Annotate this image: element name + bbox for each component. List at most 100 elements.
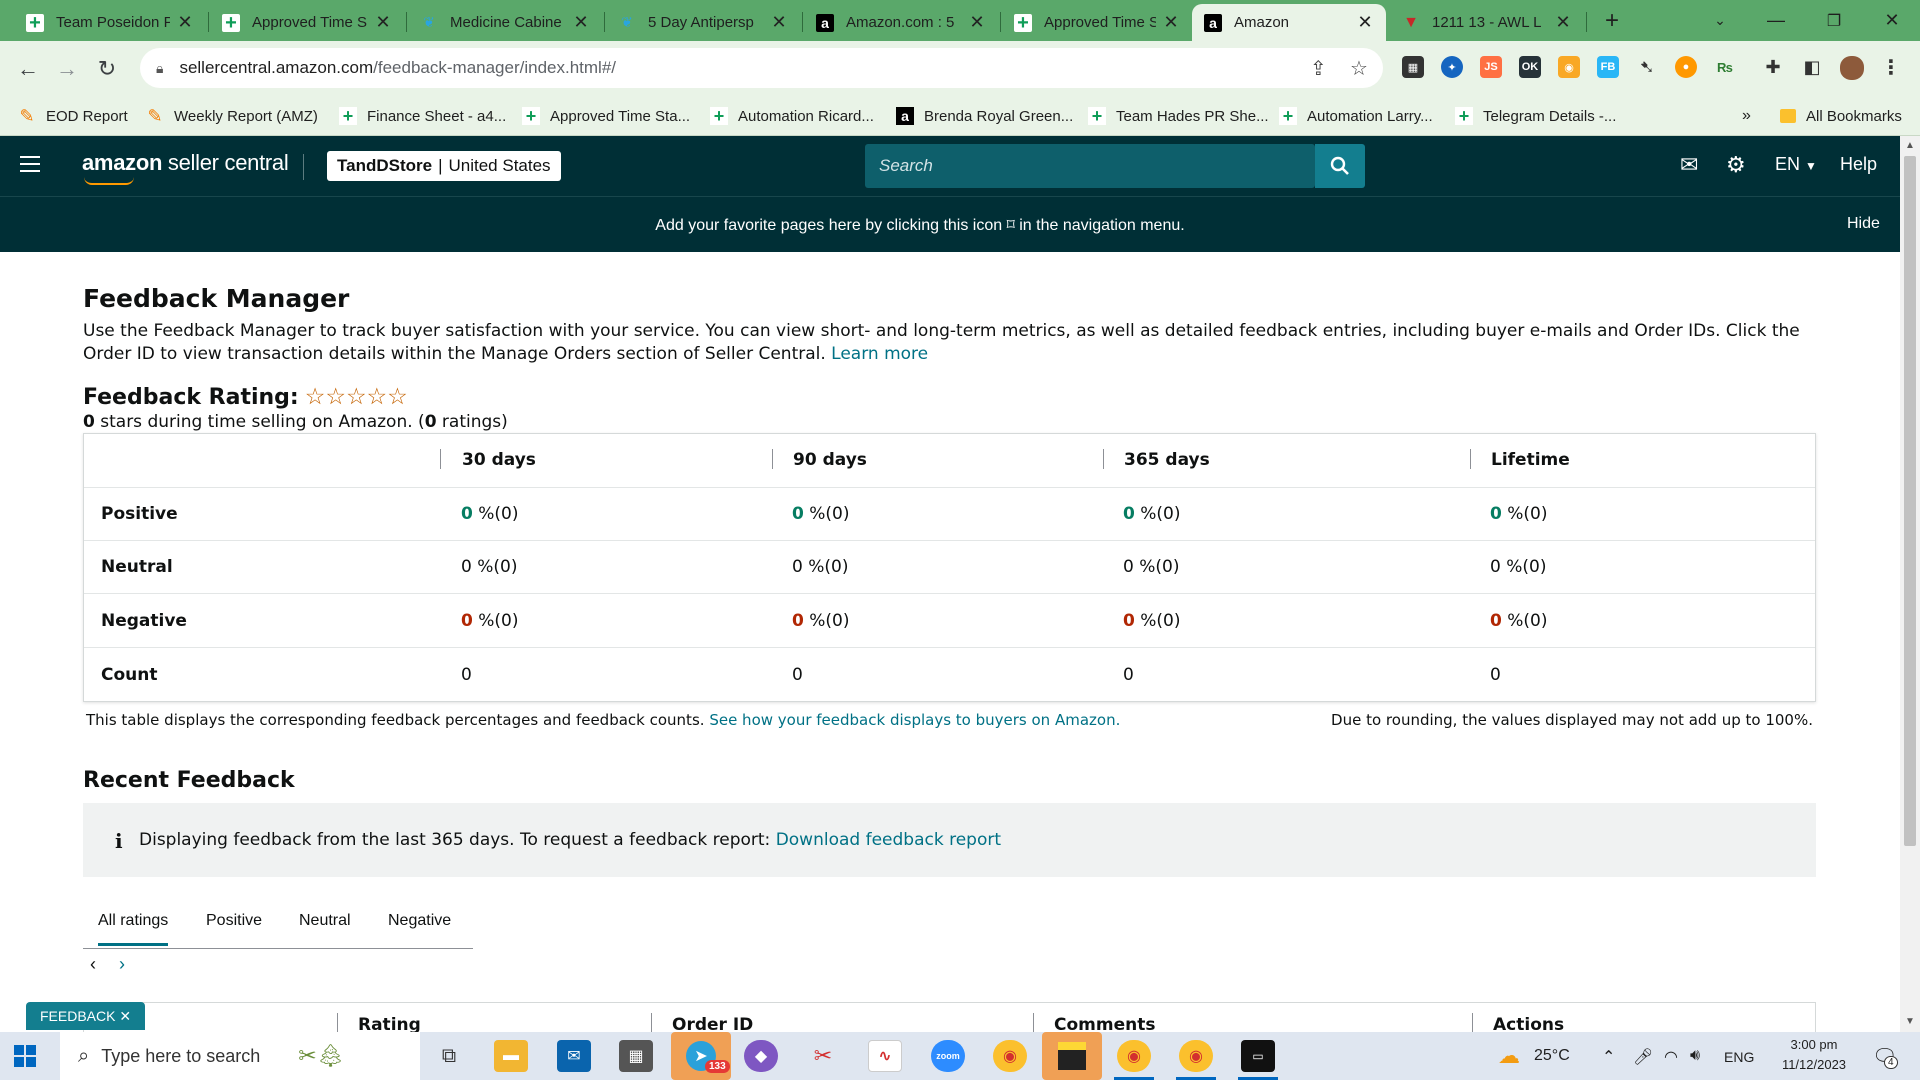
browser-tab-active[interactable]: a Amazon ✕ bbox=[1192, 4, 1386, 41]
chevron-right-icon[interactable]: › bbox=[119, 954, 125, 974]
bookmark-item[interactable]: + Automation Larry... bbox=[1279, 104, 1433, 128]
notification-icon[interactable]: 🗨︎ 4 bbox=[1872, 1044, 1898, 1069]
browser-tab[interactable]: Team Poseidon P ✕ bbox=[14, 4, 206, 41]
browser-tab[interactable]: ❦ 5 Day Antipersp ✕ bbox=[606, 4, 800, 41]
tab-neutral[interactable]: Neutral bbox=[299, 912, 351, 930]
chevron-up-icon[interactable]: ⌃ bbox=[1602, 1047, 1615, 1067]
weather-icon[interactable]: ☁ bbox=[1498, 1043, 1520, 1069]
browser-tab[interactable]: a Amazon.com : 5 ✕ bbox=[804, 4, 998, 41]
store-selector[interactable]: TandDStore | United States bbox=[327, 151, 561, 181]
hamburger-menu-icon[interactable] bbox=[20, 156, 40, 172]
forward-button[interactable]: → bbox=[52, 54, 82, 84]
mail-icon[interactable]: ✉ bbox=[1680, 152, 1698, 178]
browser-tab[interactable]: ▼ 1211 13 - AWL L ✕ bbox=[1390, 4, 1584, 41]
clock[interactable]: 3:00 pm 11/12/2023 bbox=[1770, 1035, 1858, 1075]
scroll-down-icon[interactable]: ▼ bbox=[1905, 1016, 1915, 1027]
restore-button[interactable]: ❐ bbox=[1806, 0, 1862, 41]
bookmarks-overflow-button[interactable]: » bbox=[1742, 104, 1751, 128]
bookmark-item[interactable]: a Brenda Royal Green... bbox=[896, 104, 1073, 128]
qr-extension-icon[interactable]: ▦ bbox=[1402, 56, 1424, 78]
copilot-icon[interactable]: ◆ bbox=[744, 1040, 778, 1072]
tab-positive[interactable]: Positive bbox=[206, 912, 262, 930]
search-button[interactable] bbox=[1315, 144, 1365, 188]
star-icon[interactable]: ☆ bbox=[1350, 56, 1368, 81]
close-icon[interactable]: ✕ bbox=[1162, 12, 1180, 33]
extension-icon[interactable]: ₨ bbox=[1714, 56, 1736, 78]
task-view-icon[interactable]: ⧉ bbox=[432, 1040, 466, 1072]
sidepanel-icon[interactable]: ◧ bbox=[1801, 56, 1823, 78]
share-icon[interactable]: ⇪ bbox=[1310, 56, 1327, 81]
bookmark-item[interactable]: + Automation Ricard... bbox=[710, 104, 874, 128]
bookmark-item[interactable]: + Finance Sheet - a4... bbox=[339, 104, 506, 128]
extension-icon[interactable]: ◉ bbox=[1558, 56, 1580, 78]
close-icon[interactable]: ✕ bbox=[770, 12, 788, 33]
close-icon[interactable]: ✕ bbox=[572, 12, 590, 33]
extension-icon[interactable]: ● bbox=[1675, 56, 1697, 78]
volume-icon[interactable]: 🔊︎ bbox=[1690, 1047, 1700, 1065]
browser-tab[interactable]: Approved Time S ✕ bbox=[1002, 4, 1192, 41]
back-button[interactable]: ← bbox=[13, 54, 43, 84]
seller-central-logo[interactable]: amazon seller central bbox=[82, 150, 289, 185]
hide-banner-button[interactable]: Hide bbox=[1847, 215, 1880, 233]
feedback-button[interactable]: FEEDBACK ✕ bbox=[26, 1002, 146, 1030]
chrome-icon[interactable]: ◉ bbox=[1179, 1040, 1213, 1072]
address-bar[interactable]: 🔒︎ sellercentral.amazon.com/feedback-man… bbox=[140, 48, 1383, 88]
language-indicator[interactable]: ENG bbox=[1724, 1049, 1754, 1065]
menu-icon[interactable]: ⋮ bbox=[1880, 56, 1902, 79]
mail-app-icon[interactable]: ✉ bbox=[557, 1040, 591, 1072]
bookmark-item[interactable]: ✎ EOD Report bbox=[18, 104, 127, 128]
microphone-icon[interactable]: 🎤︎ bbox=[1633, 1047, 1653, 1067]
new-tab-button[interactable]: + bbox=[1584, 0, 1640, 41]
scroll-up-icon[interactable]: ▲ bbox=[1905, 140, 1915, 151]
file-explorer-icon[interactable]: ▬ bbox=[494, 1040, 528, 1072]
bookmark-item[interactable]: + Approved Time Sta... bbox=[522, 104, 690, 128]
close-icon[interactable]: ✕ bbox=[968, 12, 986, 33]
browser-tab[interactable]: Approved Time S ✕ bbox=[210, 4, 404, 41]
download-report-link[interactable]: Download feedback report bbox=[776, 830, 1001, 850]
tab-search-button[interactable]: ⌄ bbox=[1692, 0, 1748, 41]
language-selector[interactable]: EN ▼ bbox=[1775, 154, 1817, 175]
taskbar-search-input[interactable]: ⌕ Type here to search ✂🌲︎ bbox=[60, 1032, 420, 1080]
calculator-icon[interactable]: ▦ bbox=[619, 1040, 653, 1072]
learn-more-link[interactable]: Learn more bbox=[831, 344, 928, 364]
chrome-icon[interactable]: ◉ bbox=[993, 1040, 1027, 1072]
close-icon[interactable]: ✕ bbox=[374, 12, 392, 33]
gear-icon[interactable]: ⚙ bbox=[1726, 152, 1746, 178]
help-link[interactable]: Help bbox=[1840, 154, 1877, 175]
extension-icon[interactable]: ➷ bbox=[1636, 56, 1658, 78]
reload-button[interactable]: ↻ bbox=[92, 54, 122, 84]
tab-negative[interactable]: Negative bbox=[388, 912, 451, 930]
weather-temp[interactable]: 25°C bbox=[1534, 1047, 1570, 1065]
snipping-tool-icon[interactable]: ✂ bbox=[806, 1040, 840, 1072]
page-scrollbar[interactable]: ▲ ▼ bbox=[1900, 136, 1920, 1032]
bookmark-item[interactable]: + Team Hades PR She... bbox=[1088, 104, 1269, 128]
terminal-icon[interactable]: ▭ bbox=[1241, 1040, 1275, 1072]
sticky-notes-icon[interactable] bbox=[1042, 1032, 1102, 1080]
tab-all-ratings[interactable]: All ratings bbox=[98, 912, 169, 946]
chrome-icon[interactable]: ◉ bbox=[1117, 1040, 1151, 1072]
zoom-icon[interactable]: zoom bbox=[931, 1040, 965, 1072]
telegram-icon[interactable]: ➤ 133 bbox=[671, 1032, 731, 1080]
minimize-button[interactable]: — bbox=[1748, 0, 1804, 41]
all-bookmarks-button[interactable]: All Bookmarks bbox=[1780, 104, 1902, 128]
bookmark-item[interactable]: ✎ Weekly Report (AMZ) bbox=[146, 104, 317, 128]
extension-icon[interactable]: ✦ bbox=[1441, 56, 1463, 78]
bookmark-item[interactable]: + Telegram Details -... bbox=[1455, 104, 1616, 128]
chevron-left-icon[interactable]: ‹ bbox=[90, 954, 96, 974]
ok-extension-icon[interactable]: OK bbox=[1519, 56, 1541, 78]
puzzle-icon[interactable]: ✚ bbox=[1762, 56, 1784, 78]
wifi-icon[interactable]: ◠ bbox=[1664, 1047, 1678, 1067]
activity-icon[interactable]: ∿ bbox=[868, 1040, 902, 1072]
browser-tab[interactable]: ❦ Medicine Cabine ✕ bbox=[408, 4, 602, 41]
scroll-thumb[interactable] bbox=[1904, 156, 1916, 846]
search-input[interactable]: Search bbox=[865, 144, 1315, 188]
close-icon[interactable]: ✕ bbox=[1356, 12, 1374, 33]
js-extension-icon[interactable]: JS bbox=[1480, 56, 1502, 78]
avatar[interactable] bbox=[1840, 56, 1864, 80]
windows-start-icon[interactable] bbox=[14, 1045, 36, 1067]
close-icon[interactable]: ✕ bbox=[176, 12, 194, 33]
close-icon[interactable]: ✕ bbox=[1554, 12, 1572, 33]
feedback-display-link[interactable]: See how your feedback displays to buyers… bbox=[709, 711, 1120, 729]
close-window-button[interactable]: ✕ bbox=[1864, 0, 1920, 41]
fba-extension-icon[interactable]: FB bbox=[1597, 56, 1619, 78]
